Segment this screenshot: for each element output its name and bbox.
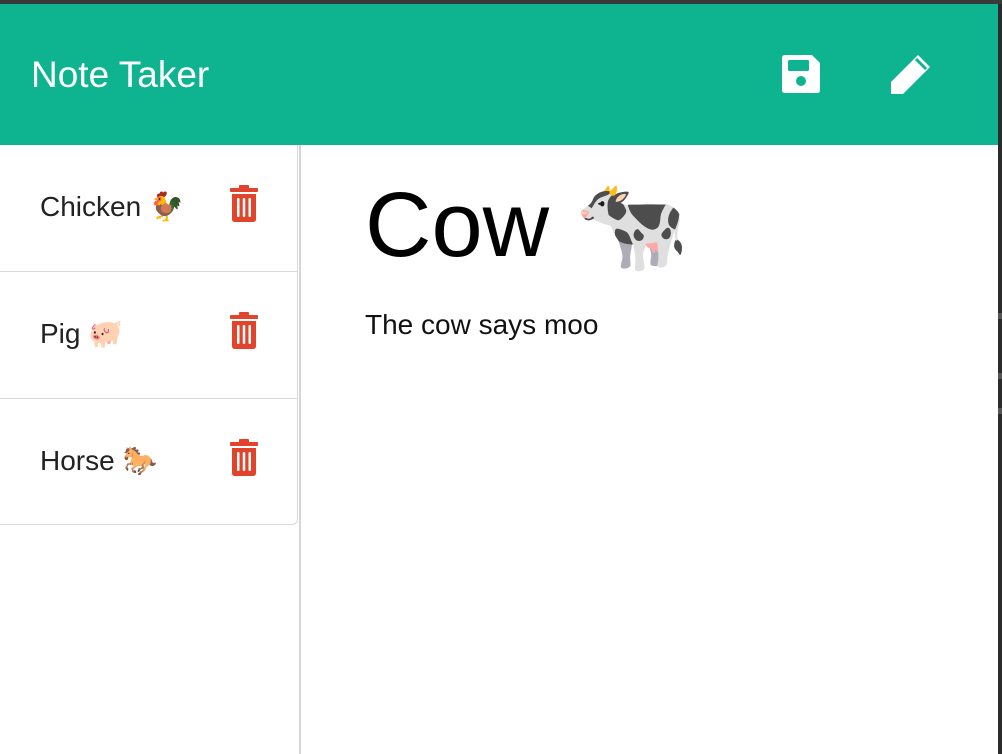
notes-list: Chicken 🐓 Pig 🐖 Horse 🐎 [0,145,298,525]
note-title-input[interactable]: Cow 🐄 [365,175,689,275]
list-item[interactable]: Chicken 🐓 [0,145,297,272]
navbar: Note Taker [0,4,998,145]
floppy-disk-icon [782,55,820,93]
list-item[interactable]: Horse 🐎 [0,399,297,525]
note-title: Chicken 🐓 [40,191,184,222]
new-note-button[interactable] [886,48,936,100]
app-title[interactable]: Note Taker [31,54,209,96]
save-note-button[interactable] [776,48,826,100]
notes-sidebar: Chicken 🐓 Pig 🐖 Horse 🐎 [0,145,301,754]
note-title: Horse 🐎 [40,445,158,476]
note-title: Pig 🐖 [40,318,124,349]
window-edge-mark [998,373,1002,379]
window-edge-mark [998,313,1002,319]
window-edge-mark [998,408,1002,414]
trash-icon[interactable] [228,185,260,223]
list-item[interactable]: Pig 🐖 [0,272,297,399]
note-editor: Cow 🐄 The cow says moo [301,145,998,754]
pencil-icon [891,52,933,94]
trash-icon[interactable] [228,439,260,477]
note-taker-app: Note Taker Chicken 🐓 Pig 🐖 Horse 🐎 Cow 🐄… [0,4,998,754]
trash-icon[interactable] [228,312,260,350]
note-text-area[interactable]: The cow says moo [365,308,598,342]
